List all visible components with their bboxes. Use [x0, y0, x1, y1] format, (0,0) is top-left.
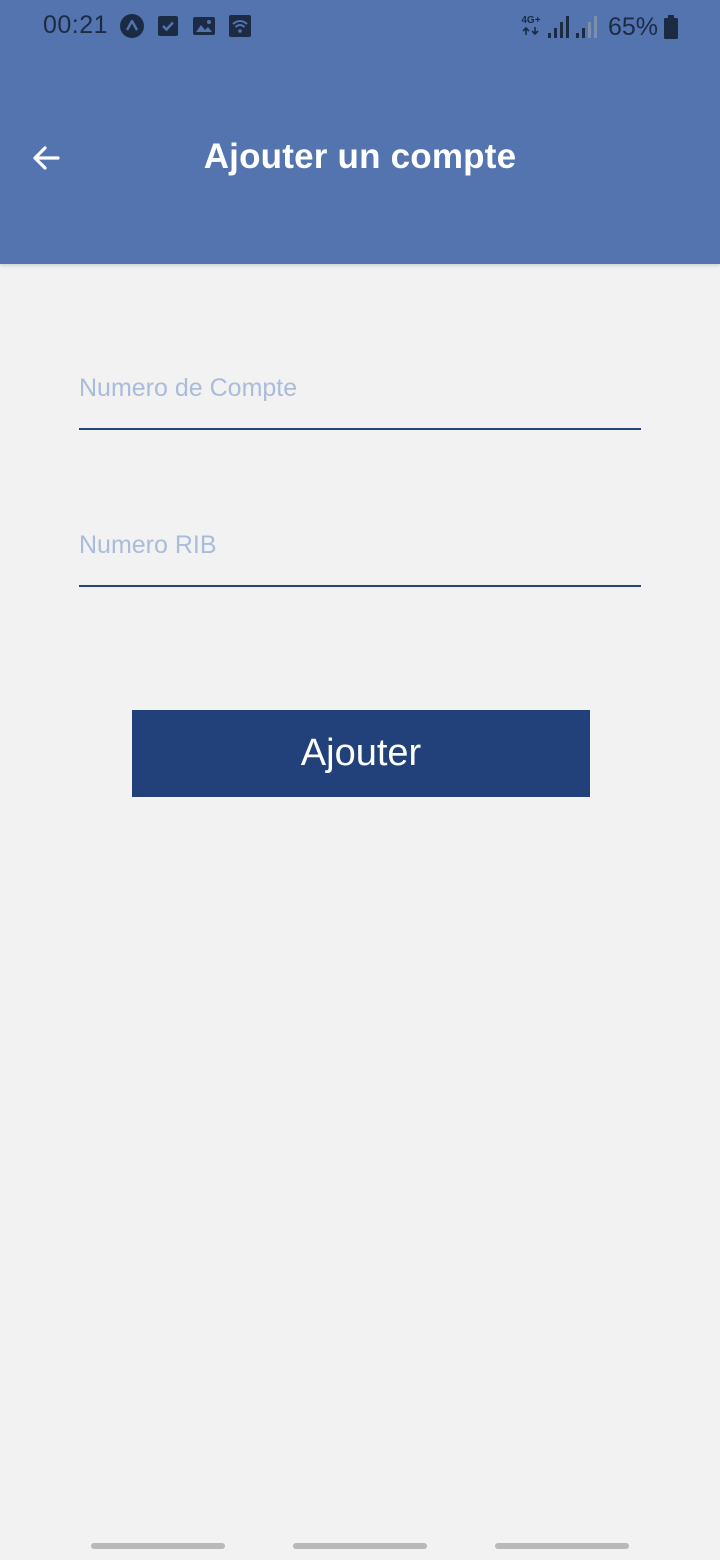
wifi-icon [229, 15, 251, 37]
status-bar: 00:21 4G+ 65% [0, 0, 720, 54]
add-account-screen: 00:21 4G+ 65% Ajouter un compte Numero d… [0, 0, 720, 1560]
battery-percent: 65% [607, 12, 658, 41]
add-account-button[interactable]: Ajouter [132, 710, 590, 797]
network-type-label: 4G+ [520, 14, 542, 39]
account-number-field-container [79, 368, 641, 430]
battery-icon [664, 15, 678, 39]
nav-home-button[interactable] [293, 1543, 427, 1549]
rib-number-field-container [79, 525, 641, 587]
signal-strength-icon-sim1 [547, 16, 569, 38]
image-icon [193, 17, 215, 35]
signal-strength-icon-sim2 [575, 16, 597, 38]
add-account-button-label: Ajouter [300, 732, 422, 774]
status-right-group: 4G+ 65% [520, 12, 678, 42]
app-a-icon [120, 14, 144, 38]
checkbox-icon [158, 16, 178, 36]
data-arrows-icon [522, 26, 539, 35]
app-header: 00:21 4G+ 65% Ajouter un compte [0, 0, 720, 264]
rib-number-input[interactable] [79, 525, 641, 565]
notification-icons [120, 14, 252, 38]
status-time: 00:21 [43, 11, 109, 39]
account-number-input[interactable] [79, 368, 641, 408]
network-type-text: 4G+ [521, 14, 541, 26]
nav-back-button[interactable] [495, 1543, 629, 1549]
page-title: Ajouter un compte [203, 137, 517, 176]
nav-recents-button[interactable] [91, 1543, 225, 1549]
